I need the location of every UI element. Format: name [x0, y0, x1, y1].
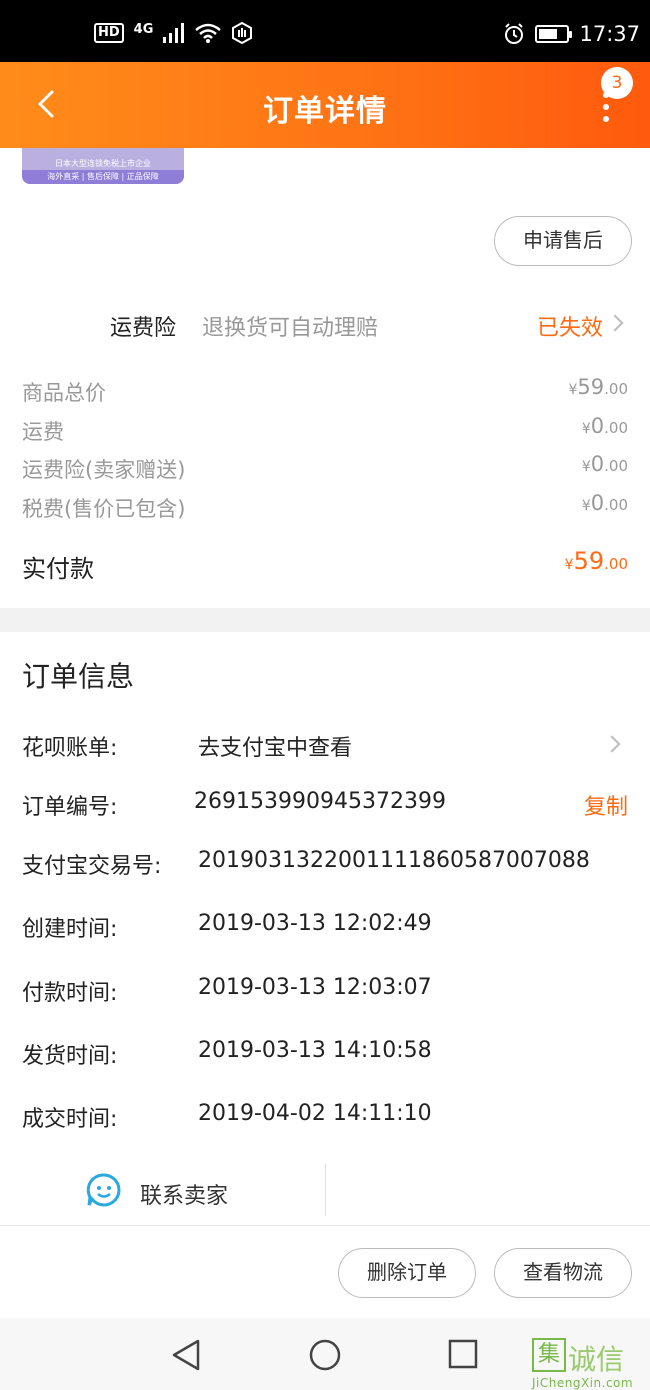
- notification-badge: 3: [601, 67, 633, 99]
- nav-home-icon[interactable]: [308, 1338, 342, 1372]
- order-info-title: 订单信息: [22, 660, 135, 693]
- delete-order-button[interactable]: 删除订单: [338, 1248, 476, 1298]
- shipped-time-row: 发货时间: 2019-03-13 14:10:58: [22, 1038, 628, 1072]
- created-time-value: 2019-03-13 12:02:49: [198, 911, 432, 936]
- order-number-value: 2691539909453723​99: [194, 789, 446, 814]
- view-logistics-button[interactable]: 查看物流: [494, 1248, 632, 1298]
- watermark-url: JiChengXin.com: [532, 1376, 634, 1390]
- signal-icon: [163, 23, 185, 43]
- deal-time-label: 成交时间:: [22, 1107, 118, 1132]
- order-number-label: 订单编号:: [22, 795, 118, 820]
- fee-row-tax: 税费(售价已包含) ¥0.00: [22, 491, 628, 525]
- fee-amount: ¥0.00: [581, 414, 628, 438]
- section-divider: [0, 608, 650, 632]
- alarm-icon: [505, 23, 524, 44]
- chevron-right-icon: [606, 314, 624, 332]
- paid-label: 实付款: [22, 555, 94, 583]
- actual-paid-row: 实付款 ¥59.00: [22, 545, 628, 585]
- created-time-row: 创建时间: 2019-03-13 12:02:49: [22, 911, 628, 945]
- payment-time-value: 2019-03-13 12:03:07: [198, 975, 432, 1000]
- payment-time-row: 付款时间: 2019-03-13 12:03:07: [22, 975, 628, 1009]
- status-bar: HD 4G 17:37: [0, 0, 650, 62]
- fee-row-shipping: 运费 ¥0.00: [22, 414, 628, 448]
- apply-after-sale-button[interactable]: 申请售后: [494, 216, 632, 266]
- order-number-row: 订单编号: 2691539909453723​99 复制: [22, 789, 628, 823]
- alipay-trade-row: 支付宝交易号: 2019031322001111860587007088: [22, 848, 628, 882]
- watermark-box: 集: [532, 1338, 566, 1372]
- wifi-icon: [195, 23, 222, 43]
- shipped-time-value: 2019-03-13 14:10:58: [198, 1038, 432, 1063]
- watermark-logo: 集 诚信 JiChengXin.com: [532, 1338, 650, 1390]
- alipay-trade-label: 支付宝交易号:: [22, 854, 162, 879]
- insurance-label: 运费险: [110, 316, 177, 341]
- created-time-label: 创建时间:: [22, 917, 118, 942]
- fee-label: 税费(售价已包含): [22, 497, 186, 521]
- battery-icon: [535, 25, 573, 43]
- status-right: 17:37: [503, 22, 640, 46]
- contact-bar: 联系卖家: [0, 1160, 650, 1226]
- fee-amount: ¥0.00: [581, 491, 628, 515]
- insurance-status: 已失效: [537, 316, 604, 341]
- page-title: 订单详情: [263, 94, 387, 129]
- shipped-time-label: 发货时间:: [22, 1044, 118, 1069]
- nav-back-icon[interactable]: [170, 1338, 202, 1372]
- insurance-description: 退换货可自动理赔: [202, 316, 379, 341]
- alipay-trade-value: 2019031322001111860587007088: [198, 848, 590, 873]
- contact-seller-button[interactable]: 联系卖家: [140, 1178, 228, 1210]
- deal-time-value: 2019-04-02 14:11:10: [198, 1101, 432, 1126]
- chevron-right-icon: [603, 735, 621, 753]
- fee-amount: ¥59.00: [568, 375, 628, 399]
- paid-amount: ¥59.00: [564, 547, 628, 575]
- page-header: 订单详情 3: [0, 62, 650, 148]
- payment-time-label: 付款时间:: [22, 981, 118, 1006]
- product-image-tags: 海外直采 | 售后保障 | 正品保障: [22, 170, 184, 184]
- fee-label: 运费险(卖家赠送): [22, 458, 186, 482]
- status-left: HD 4G: [94, 22, 253, 44]
- nav-recents-icon[interactable]: [448, 1339, 478, 1369]
- watermark-text: 诚信: [568, 1343, 625, 1376]
- fee-label: 运费: [22, 420, 64, 444]
- shipping-insurance-row[interactable]: 运费险 退换货可自动理赔 已失效: [0, 300, 650, 346]
- fee-amount: ¥0.00: [581, 452, 628, 476]
- huabei-value: 去支付宝中查看: [198, 736, 353, 761]
- chat-smile-icon: [86, 1173, 121, 1207]
- fee-label: 商品总价: [22, 381, 106, 405]
- fee-row-goods-total: 商品总价 ¥59.00: [22, 375, 628, 409]
- network-type: 4G: [133, 21, 154, 37]
- huabei-label: 花呗账单:: [22, 736, 118, 761]
- product-image[interactable]: 日本大型连锁免税上市企业 海外直采 | 售后保障 | 正品保障: [22, 148, 184, 184]
- fee-row-shipping-insurance: 运费险(卖家赠送) ¥0.00: [22, 452, 628, 486]
- deal-time-row: 成交时间: 2019-04-02 14:11:10: [22, 1101, 628, 1135]
- hd-badge: HD: [94, 23, 124, 43]
- product-image-caption: 日本大型连锁免税上市企业: [55, 159, 151, 168]
- hand-icon: [232, 22, 253, 44]
- vertical-divider: [325, 1164, 326, 1216]
- clock: 17:37: [579, 22, 640, 46]
- huabei-row[interactable]: 花呗账单: 去支付宝中查看: [22, 730, 628, 764]
- copy-button[interactable]: 复制: [584, 789, 628, 821]
